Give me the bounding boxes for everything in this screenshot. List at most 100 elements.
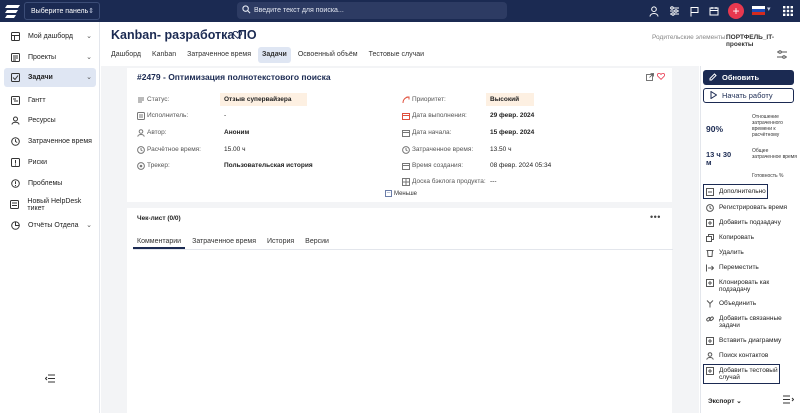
heart-icon[interactable]	[657, 72, 665, 82]
export-dropdown[interactable]: Экспорт ⌄	[708, 397, 742, 405]
tracker-label: Трекер:	[147, 162, 170, 169]
action-search-contacts[interactable]: Поиск контактов	[706, 352, 794, 360]
tab-earned-value[interactable]: Освоенный объём	[294, 47, 362, 63]
plus-square-icon	[706, 337, 714, 345]
calendar-icon[interactable]	[706, 3, 722, 19]
action-label: Добавить связанные задачи	[719, 315, 782, 329]
issue-title: #2479 - Оптимизация полнотекстового поис…	[137, 72, 331, 82]
status-label: Статус:	[147, 96, 170, 103]
link-icon	[706, 315, 714, 323]
external-link-icon[interactable]	[646, 73, 654, 83]
sidebar-item-reports[interactable]: Отчёты Отдела ⌄	[4, 216, 96, 235]
helpdesk-icon	[10, 200, 20, 210]
action-label: Переместить	[719, 264, 759, 271]
app-logo[interactable]	[4, 3, 21, 19]
sidebar-item-spent-time[interactable]: Затраченное время	[4, 132, 96, 151]
update-button[interactable]: Обновить	[703, 70, 794, 85]
chevron-down-icon[interactable]: ▾	[767, 5, 771, 13]
start-work-button[interactable]: Начать работу	[703, 88, 794, 103]
priority-label: Приоритет:	[412, 96, 446, 103]
action-merge[interactable]: Объединить	[706, 300, 794, 308]
tab-tasks[interactable]: Задачи	[258, 47, 291, 63]
sidebar-item-projects[interactable]: Проекты ⌄	[4, 48, 96, 67]
risks-icon	[10, 158, 20, 168]
collapse-sidebar-icon[interactable]	[44, 374, 56, 385]
sidebar-item-label: Мой дашборд	[28, 33, 73, 40]
move-icon	[706, 264, 714, 272]
minus-square-icon	[706, 188, 714, 196]
dashboard-icon	[10, 32, 20, 42]
tab-comments[interactable]: Комментарии	[133, 234, 186, 249]
estimated-time-label: Расчётное время:	[147, 146, 201, 153]
settings-sliders-icon[interactable]	[777, 50, 787, 61]
tab-spent-time[interactable]: Затраченное время	[188, 234, 260, 249]
sidebar-item-helpdesk[interactable]: Новый HelpDesk тикет	[4, 195, 96, 214]
tab-spent-time[interactable]: Затраченное время	[183, 47, 255, 63]
sliders-icon[interactable]	[666, 3, 682, 19]
action-label: Добавить тестовый случай	[719, 367, 778, 381]
sidebar-item-gantt[interactable]: Гантт	[4, 91, 96, 110]
more-options-icon[interactable]: •••	[650, 212, 661, 222]
project-tabs: Дашборд Kanban Затраченное время Задачи …	[107, 47, 431, 63]
show-less-toggle[interactable]: – Меньше	[385, 190, 417, 197]
action-label: Дополнительно	[719, 188, 766, 195]
sidebar-item-dashboard[interactable]: Мой дашборд ⌄	[4, 27, 96, 46]
tab-dashboard[interactable]: Дашборд	[107, 47, 145, 63]
start-date-icon	[402, 129, 410, 137]
status-value[interactable]: Отзыв супервайзера	[224, 96, 291, 103]
collapse-panel-icon[interactable]	[783, 395, 795, 406]
tab-history[interactable]: История	[263, 234, 298, 249]
apps-grid-icon[interactable]	[780, 3, 796, 19]
tab-test-cases[interactable]: Тестовые случаи	[365, 47, 428, 63]
checklist-title: Чек-лист (0/0)	[137, 215, 181, 222]
action-label: Вставить диаграмму	[719, 337, 782, 344]
sidebar-item-label: Задачи	[28, 74, 53, 81]
chevron-down-icon: ⌄	[736, 398, 742, 405]
panel-select[interactable]: Выберите панель ⇕	[24, 2, 100, 20]
spent-time-value[interactable]: 13.50 ч	[490, 146, 511, 153]
assignee-value: -	[224, 112, 227, 119]
export-label: Экспорт	[708, 398, 735, 405]
plus-square-icon	[706, 219, 714, 227]
priority-value[interactable]: Высокий	[490, 96, 519, 103]
gantt-icon	[10, 96, 20, 106]
tab-kanban[interactable]: Kanban	[148, 47, 180, 63]
action-add-subtask[interactable]: Добавить подзадачу	[706, 219, 794, 227]
start-date-value: 15 февр. 2024	[490, 129, 535, 136]
status-icon	[137, 96, 145, 104]
plus-square-icon	[706, 367, 714, 375]
action-additional[interactable]: Дополнительно	[706, 188, 794, 196]
add-button[interactable]: +	[728, 3, 744, 19]
spent-time-label: Затраченное время:	[412, 146, 474, 153]
search-input[interactable]: Введите текст для поиска...	[237, 2, 507, 19]
action-log-time[interactable]: Регистрировать время	[706, 204, 794, 212]
tab-versions[interactable]: Версии	[301, 234, 333, 249]
action-add-related[interactable]: Добавить связанные задачи	[706, 315, 794, 329]
sidebar: Мой дашборд ⌄ Проекты ⌄ Задачи ⌄ Гантт Р…	[0, 22, 100, 413]
action-label: Удалить	[719, 249, 744, 256]
chevron-down-icon: ⌄	[86, 222, 92, 229]
author-label: Автор:	[147, 129, 167, 136]
action-label: Объединить	[719, 300, 757, 307]
flag-outline-icon[interactable]	[686, 3, 702, 19]
action-move[interactable]: Переместить	[706, 264, 794, 272]
sidebar-item-resources[interactable]: Ресурсы	[4, 111, 96, 130]
created-label: Время создания:	[412, 162, 464, 169]
action-insert-diagram[interactable]: Вставить диаграмму	[706, 337, 794, 345]
assignee-icon	[137, 112, 145, 120]
action-delete[interactable]: Удалить	[706, 249, 794, 257]
play-icon	[710, 90, 718, 101]
sidebar-item-risks[interactable]: Риски	[4, 153, 96, 172]
action-add-test-case[interactable]: Добавить тестовый случай	[706, 367, 794, 381]
sidebar-item-problems[interactable]: Проблемы	[4, 174, 96, 193]
created-icon	[402, 162, 410, 170]
action-clone-subtask[interactable]: Клонировать как подзадачу	[706, 279, 794, 293]
sidebar-item-tasks[interactable]: Задачи ⌄	[4, 68, 96, 87]
user-icon[interactable]	[646, 3, 662, 19]
parent-elements-link[interactable]: ПОРТФЕЛЬ_IT-проекты	[726, 34, 800, 48]
language-flag-icon[interactable]	[752, 6, 765, 15]
action-copy[interactable]: Копировать	[706, 234, 794, 242]
heart-icon[interactable]	[232, 30, 243, 41]
sidebar-item-label: Проекты	[28, 54, 57, 61]
backlog-value: ---	[490, 178, 497, 185]
